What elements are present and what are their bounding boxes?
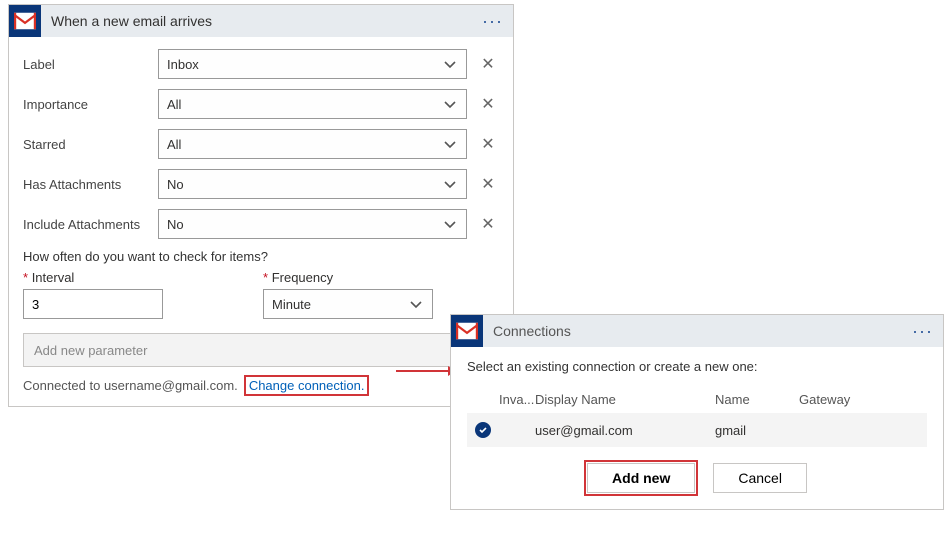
row-display-name: user@gmail.com <box>535 423 715 438</box>
label-includeattach: Include Attachments <box>23 217 158 232</box>
interval-label: * Interval <box>23 270 163 285</box>
label-importance: Importance <box>23 97 158 112</box>
hasattach-clear-button[interactable]: ✕ <box>477 174 499 194</box>
connections-panel: Connections ··· Select an existing conne… <box>450 314 944 510</box>
starred-select[interactable]: All <box>158 129 467 159</box>
check-icon <box>475 422 491 438</box>
add-new-button[interactable]: Add new <box>587 463 695 493</box>
label-label: Label <box>23 57 158 72</box>
frequency-label: * Frequency <box>263 270 433 285</box>
gmail-icon <box>451 315 483 347</box>
cancel-button[interactable]: Cancel <box>713 463 807 493</box>
add-parameter-input[interactable]: Add new parameter <box>23 333 499 367</box>
includeattach-select[interactable]: No <box>158 209 467 239</box>
includeattach-clear-button[interactable]: ✕ <box>477 214 499 234</box>
hasattach-value: No <box>167 177 184 192</box>
col-display-name: Display Name <box>535 392 715 407</box>
add-parameter-placeholder: Add new parameter <box>34 343 147 358</box>
label-hasattach: Has Attachments <box>23 177 158 192</box>
starred-clear-button[interactable]: ✕ <box>477 134 499 154</box>
change-connection-link[interactable]: Change connection. <box>249 378 365 393</box>
label-value: Inbox <box>167 57 199 72</box>
col-invalid: Inva... <box>499 392 535 407</box>
connections-prompt: Select an existing connection or create … <box>467 359 927 374</box>
connection-row[interactable]: user@gmail.com gmail <box>467 413 927 447</box>
importance-clear-button[interactable]: ✕ <box>477 94 499 114</box>
connections-header: Connections ··· <box>451 315 943 347</box>
frequency-select[interactable]: Minute <box>263 289 433 319</box>
frequency-value: Minute <box>272 297 311 312</box>
connections-title: Connections <box>483 323 908 339</box>
hasattach-select[interactable]: No <box>158 169 467 199</box>
label-starred: Starred <box>23 137 158 152</box>
importance-select[interactable]: All <box>158 89 467 119</box>
label-select[interactable]: Inbox <box>158 49 467 79</box>
trigger-title: When a new email arrives <box>41 13 478 29</box>
trigger-panel: When a new email arrives ··· Label Inbox… <box>8 4 514 407</box>
how-often-text: How often do you want to check for items… <box>23 249 499 264</box>
starred-value: All <box>167 137 181 152</box>
connections-menu-button[interactable]: ··· <box>908 321 937 342</box>
importance-value: All <box>167 97 181 112</box>
row-name: gmail <box>715 423 799 438</box>
annotation-arrow-icon <box>396 364 456 378</box>
interval-input[interactable] <box>23 289 163 319</box>
label-clear-button[interactable]: ✕ <box>477 54 499 74</box>
trigger-header: When a new email arrives ··· <box>9 5 513 37</box>
connections-table-header: Inva... Display Name Name Gateway <box>467 386 927 413</box>
includeattach-value: No <box>167 217 184 232</box>
connected-to-text: Connected to username@gmail.com. <box>23 378 238 393</box>
col-gateway: Gateway <box>799 392 879 407</box>
gmail-icon <box>9 5 41 37</box>
trigger-menu-button[interactable]: ··· <box>478 11 507 32</box>
col-name: Name <box>715 392 799 407</box>
